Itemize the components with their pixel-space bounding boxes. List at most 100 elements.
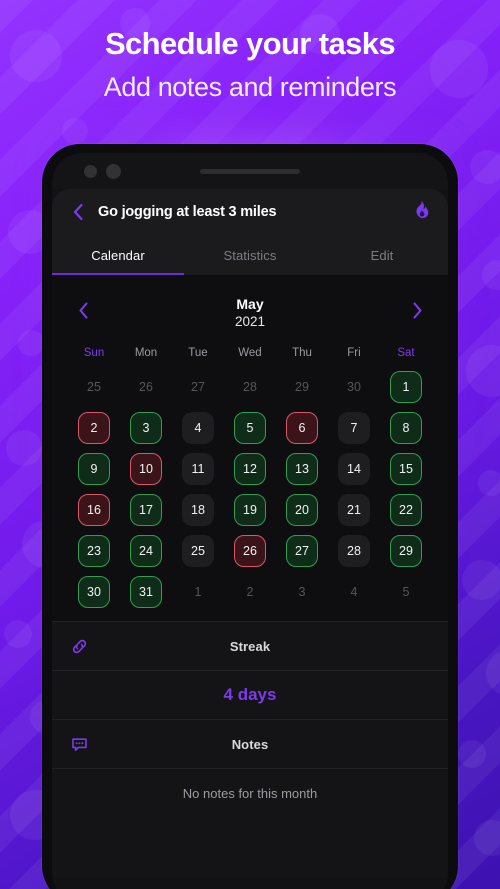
calendar-day-cell[interactable]: 6 [276, 410, 328, 445]
calendar-day-done[interactable]: 22 [390, 493, 422, 526]
calendar-day-cell[interactable]: 25 [68, 369, 120, 404]
calendar-day-out[interactable]: 1 [182, 576, 214, 608]
notes-empty-area [52, 817, 448, 877]
calendar-day-cell[interactable]: 3 [120, 410, 172, 445]
calendar-day-empty[interactable]: 11 [182, 452, 214, 485]
calendar-day-done[interactable]: 30 [78, 575, 110, 608]
calendar-day-done[interactable]: 17 [130, 493, 162, 526]
calendar-day-cell[interactable]: 13 [276, 451, 328, 486]
calendar-day-done[interactable]: 15 [390, 452, 422, 485]
calendar-day-missed[interactable]: 6 [286, 411, 318, 444]
calendar-day-cell[interactable]: 25 [172, 533, 224, 568]
calendar-day-cell[interactable]: 28 [328, 533, 380, 568]
calendar-day-done[interactable]: 29 [390, 534, 422, 567]
calendar-day-cell[interactable]: 4 [172, 410, 224, 445]
calendar-day-cell[interactable]: 2 [68, 410, 120, 445]
tab-statistics[interactable]: Statistics [184, 235, 316, 275]
calendar-day-cell[interactable]: 22 [380, 492, 432, 527]
streak-flame-button[interactable] [408, 199, 434, 225]
streak-header-row[interactable]: Streak [52, 622, 448, 670]
calendar-day-missed[interactable]: 10 [130, 452, 162, 485]
calendar-day-empty[interactable]: 14 [338, 452, 370, 485]
calendar-day-done[interactable]: 3 [130, 411, 162, 444]
next-month-button[interactable] [402, 298, 432, 328]
calendar-day-done[interactable]: 12 [234, 452, 266, 485]
calendar-day-done[interactable]: 5 [234, 411, 266, 444]
calendar-day-cell[interactable]: 20 [276, 492, 328, 527]
calendar-day-done[interactable]: 19 [234, 493, 266, 526]
calendar-day-cell[interactable]: 11 [172, 451, 224, 486]
calendar-day-cell[interactable]: 12 [224, 451, 276, 486]
calendar-day-cell[interactable]: 7 [328, 410, 380, 445]
calendar-day-done[interactable]: 1 [390, 370, 422, 403]
calendar-day-out[interactable]: 25 [78, 371, 110, 403]
calendar-day-empty[interactable]: 7 [338, 411, 370, 444]
calendar-day-cell[interactable]: 4 [328, 574, 380, 609]
calendar-day-out[interactable]: 30 [338, 371, 370, 403]
calendar-day-cell[interactable]: 29 [380, 533, 432, 568]
calendar-day-cell[interactable]: 10 [120, 451, 172, 486]
tab-calendar[interactable]: Calendar [52, 235, 184, 275]
calendar-day-cell[interactable]: 8 [380, 410, 432, 445]
calendar-day-cell[interactable]: 26 [120, 369, 172, 404]
calendar-day-cell[interactable]: 17 [120, 492, 172, 527]
calendar-day-empty[interactable]: 18 [182, 493, 214, 526]
calendar-day-cell[interactable]: 30 [68, 574, 120, 609]
calendar-day-cell[interactable]: 27 [172, 369, 224, 404]
calendar-day-empty[interactable]: 25 [182, 534, 214, 567]
calendar-day-cell[interactable]: 2 [224, 574, 276, 609]
calendar-day-cell[interactable]: 24 [120, 533, 172, 568]
calendar-grid: 25 26 27 28 29 30 1 2 3 4 5 6 7 8 9 10 11 12 13 14 15 16 17 18 1… [68, 369, 432, 609]
calendar-day-out[interactable]: 28 [234, 371, 266, 403]
calendar-day-cell[interactable]: 28 [224, 369, 276, 404]
calendar-day-cell[interactable]: 9 [68, 451, 120, 486]
phone-status-bar [52, 153, 448, 189]
calendar-day-missed[interactable]: 16 [78, 493, 110, 526]
calendar-day-missed[interactable]: 26 [234, 534, 266, 567]
calendar-day-cell[interactable]: 31 [120, 574, 172, 609]
calendar-day-cell[interactable]: 15 [380, 451, 432, 486]
calendar-day-cell[interactable]: 23 [68, 533, 120, 568]
calendar-day-out[interactable]: 5 [390, 576, 422, 608]
calendar-day-done[interactable]: 23 [78, 534, 110, 567]
calendar-day-cell[interactable]: 5 [380, 574, 432, 609]
calendar-day-out[interactable]: 4 [338, 576, 370, 608]
calendar-day-cell[interactable]: 29 [276, 369, 328, 404]
calendar-day-out[interactable]: 29 [286, 371, 318, 403]
previous-month-button[interactable] [68, 298, 98, 328]
calendar-day-empty[interactable]: 21 [338, 493, 370, 526]
speech-bubble-icon [68, 733, 90, 755]
calendar-day-cell[interactable]: 30 [328, 369, 380, 404]
calendar-day-done[interactable]: 24 [130, 534, 162, 567]
calendar-day-cell[interactable]: 26 [224, 533, 276, 568]
promo-screenshot: Schedule your tasks Add notes and remind… [0, 0, 500, 889]
calendar-day-cell[interactable]: 1 [172, 574, 224, 609]
calendar-day-missed[interactable]: 2 [78, 411, 110, 444]
calendar-day-cell[interactable]: 5 [224, 410, 276, 445]
calendar-day-cell[interactable]: 18 [172, 492, 224, 527]
calendar-day-done[interactable]: 9 [78, 452, 110, 485]
calendar-day-out[interactable]: 2 [234, 576, 266, 608]
calendar-day-cell[interactable]: 14 [328, 451, 380, 486]
calendar-day-cell[interactable]: 3 [276, 574, 328, 609]
tab-edit[interactable]: Edit [316, 235, 448, 275]
link-chain-icon [68, 635, 90, 657]
calendar-day-done[interactable]: 8 [390, 411, 422, 444]
notes-header-row[interactable]: Notes [52, 720, 448, 768]
calendar-day-cell[interactable]: 1 [380, 369, 432, 404]
calendar-day-empty[interactable]: 28 [338, 534, 370, 567]
calendar-day-cell[interactable]: 27 [276, 533, 328, 568]
flame-icon [413, 200, 430, 225]
calendar-day-out[interactable]: 3 [286, 576, 318, 608]
calendar-day-cell[interactable]: 21 [328, 492, 380, 527]
calendar-day-cell[interactable]: 16 [68, 492, 120, 527]
calendar-day-out[interactable]: 27 [182, 371, 214, 403]
back-button[interactable] [66, 200, 90, 224]
calendar-day-out[interactable]: 26 [130, 371, 162, 403]
calendar-day-empty[interactable]: 4 [182, 411, 214, 444]
calendar-day-done[interactable]: 13 [286, 452, 318, 485]
calendar-day-cell[interactable]: 19 [224, 492, 276, 527]
calendar-day-done[interactable]: 31 [130, 575, 162, 608]
calendar-day-done[interactable]: 27 [286, 534, 318, 567]
calendar-day-done[interactable]: 20 [286, 493, 318, 526]
